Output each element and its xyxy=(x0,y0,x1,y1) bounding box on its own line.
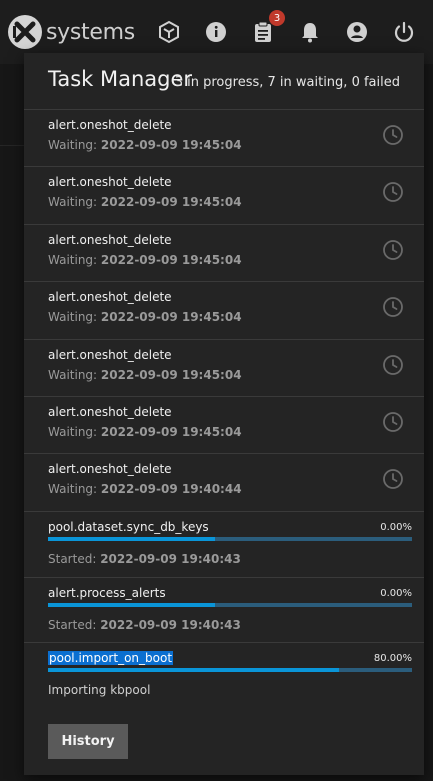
task-status-label: Waiting: xyxy=(48,367,98,382)
task-name: alert.process_alerts xyxy=(48,586,166,600)
task-manager-header: Task Manager 3 in progress, 7 in waiting… xyxy=(24,53,424,110)
clock-icon xyxy=(383,297,403,318)
task-name-selected: pool.import_on_boot xyxy=(48,651,174,665)
account-icon[interactable] xyxy=(343,18,371,46)
running-task-row[interactable]: alert.process_alerts 0.00% Started: 2022-0… xyxy=(24,578,424,643)
power-icon[interactable] xyxy=(390,18,418,46)
running-task-row[interactable]: pool.import_on_boot 80.00% Importing kbpoo… xyxy=(24,643,424,708)
task-name: pool.dataset.sync_db_keys xyxy=(48,520,209,534)
waiting-task-row[interactable]: alert.oneshot_delete Waiting: 2022-09-09 … xyxy=(24,225,424,283)
task-time: 2022-09-09 19:45:04 xyxy=(100,367,242,382)
task-name: alert.oneshot_delete xyxy=(48,405,172,419)
ixsystems-logo[interactable]: systems xyxy=(6,12,135,52)
task-percent: 0.00% xyxy=(380,522,412,533)
task-status-label: Waiting: xyxy=(48,138,98,152)
panel-title: Task Manager xyxy=(48,67,193,91)
clock-icon xyxy=(383,354,403,375)
task-manager-button[interactable]: 3 xyxy=(249,10,285,46)
task-status: Waiting: 2022-09-09 19:45:04 xyxy=(48,368,242,382)
waiting-task-row[interactable]: alert.oneshot_delete Waiting: 2022-09-09 … xyxy=(24,282,424,340)
clock-icon xyxy=(383,239,403,260)
waiting-task-row[interactable]: alert.oneshot_delete Waiting: 2022-09-09 … xyxy=(24,340,424,397)
task-status: Started: 2022-09-09 19:40:43 xyxy=(48,552,241,566)
clock-icon xyxy=(383,182,403,203)
task-status-label: Started: xyxy=(48,552,97,566)
task-time: 2022-09-09 19:40:44 xyxy=(100,482,242,497)
clock-icon xyxy=(383,412,403,432)
task-status: Waiting: 2022-09-09 19:45:04 xyxy=(48,138,242,152)
task-percent: 80.00% xyxy=(373,653,412,664)
task-status: Waiting: 2022-09-09 19:40:44 xyxy=(48,482,242,496)
selected-task-name: pool.import_on_boot xyxy=(48,651,174,665)
task-status: Started: 2022-09-09 19:40:43 xyxy=(48,618,241,632)
running-task-row[interactable]: pool.dataset.sync_db_keys 0.00% Started: 2… xyxy=(24,512,424,578)
task-time: 2022-09-09 19:45:04 xyxy=(100,310,242,325)
task-status-label: Waiting: xyxy=(48,482,98,497)
waiting-task-row[interactable]: alert.oneshot_delete Waiting: 2022-09-09 … xyxy=(24,454,424,512)
task-status-label: Waiting: xyxy=(48,310,98,325)
task-time: 2022-09-09 19:45:04 xyxy=(100,252,242,267)
bell-icon[interactable] xyxy=(296,18,324,46)
task-status: Waiting: 2022-09-09 19:45:04 xyxy=(48,253,242,267)
page: systems 3 Task Manager 3 in progress, 7 … xyxy=(0,0,433,781)
logo-text: systems xyxy=(46,19,135,45)
truecommand-icon[interactable] xyxy=(155,18,183,46)
task-progress-bar xyxy=(48,537,412,541)
task-progress-fill xyxy=(48,537,216,541)
ix-logo-icon xyxy=(8,15,42,49)
task-name: alert.oneshot_delete xyxy=(48,232,172,247)
task-name: alert.oneshot_delete xyxy=(48,290,172,305)
task-time: 2022-09-09 19:45:04 xyxy=(100,195,242,210)
task-progress-bar xyxy=(48,603,412,607)
task-manager-panel: Task Manager 3 in progress, 7 in waiting… xyxy=(24,53,424,775)
task-status-label: Started: xyxy=(48,618,97,632)
task-status: Waiting: 2022-09-09 19:45:04 xyxy=(48,425,242,439)
clock-icon xyxy=(383,469,403,490)
task-name: alert.oneshot_delete xyxy=(48,462,172,477)
waiting-task-row[interactable]: alert.oneshot_delete Waiting: 2022-09-09 … xyxy=(24,110,424,168)
task-time: 2022-09-09 19:45:04 xyxy=(100,138,242,152)
background-divider xyxy=(0,145,24,146)
task-status-label: Waiting: xyxy=(48,425,98,439)
task-status-label: Waiting: xyxy=(48,252,98,267)
task-description: Importing kbpool xyxy=(48,683,151,697)
waiting-task-row[interactable]: alert.oneshot_delete Waiting: 2022-09-09 … xyxy=(24,167,424,225)
history-button[interactable]: History xyxy=(48,724,128,759)
task-progress-fill xyxy=(48,668,340,672)
info-icon[interactable] xyxy=(202,18,230,46)
task-status: Waiting: 2022-09-09 19:45:04 xyxy=(48,310,242,324)
task-time: 2022-09-09 19:45:04 xyxy=(100,425,242,439)
task-name: alert.oneshot_delete xyxy=(48,347,172,362)
task-count-badge: 3 xyxy=(269,10,285,26)
task-time: 2022-09-09 19:40:43 xyxy=(100,618,241,632)
task-name: alert.oneshot_delete xyxy=(48,118,172,132)
task-progress-bar xyxy=(48,668,412,672)
waiting-task-row[interactable]: alert.oneshot_delete Waiting: 2022-09-09 … xyxy=(24,397,424,455)
task-status: Waiting: 2022-09-09 19:45:04 xyxy=(48,195,242,209)
task-status-label: Waiting: xyxy=(48,195,98,210)
task-time: 2022-09-09 19:40:43 xyxy=(100,552,241,566)
task-name: alert.oneshot_delete xyxy=(48,175,172,190)
task-percent: 0.00% xyxy=(380,588,412,599)
task-summary: 3 in progress, 7 in waiting, 0 failed xyxy=(174,75,400,90)
task-progress-fill xyxy=(48,603,216,607)
clock-icon xyxy=(383,125,403,145)
